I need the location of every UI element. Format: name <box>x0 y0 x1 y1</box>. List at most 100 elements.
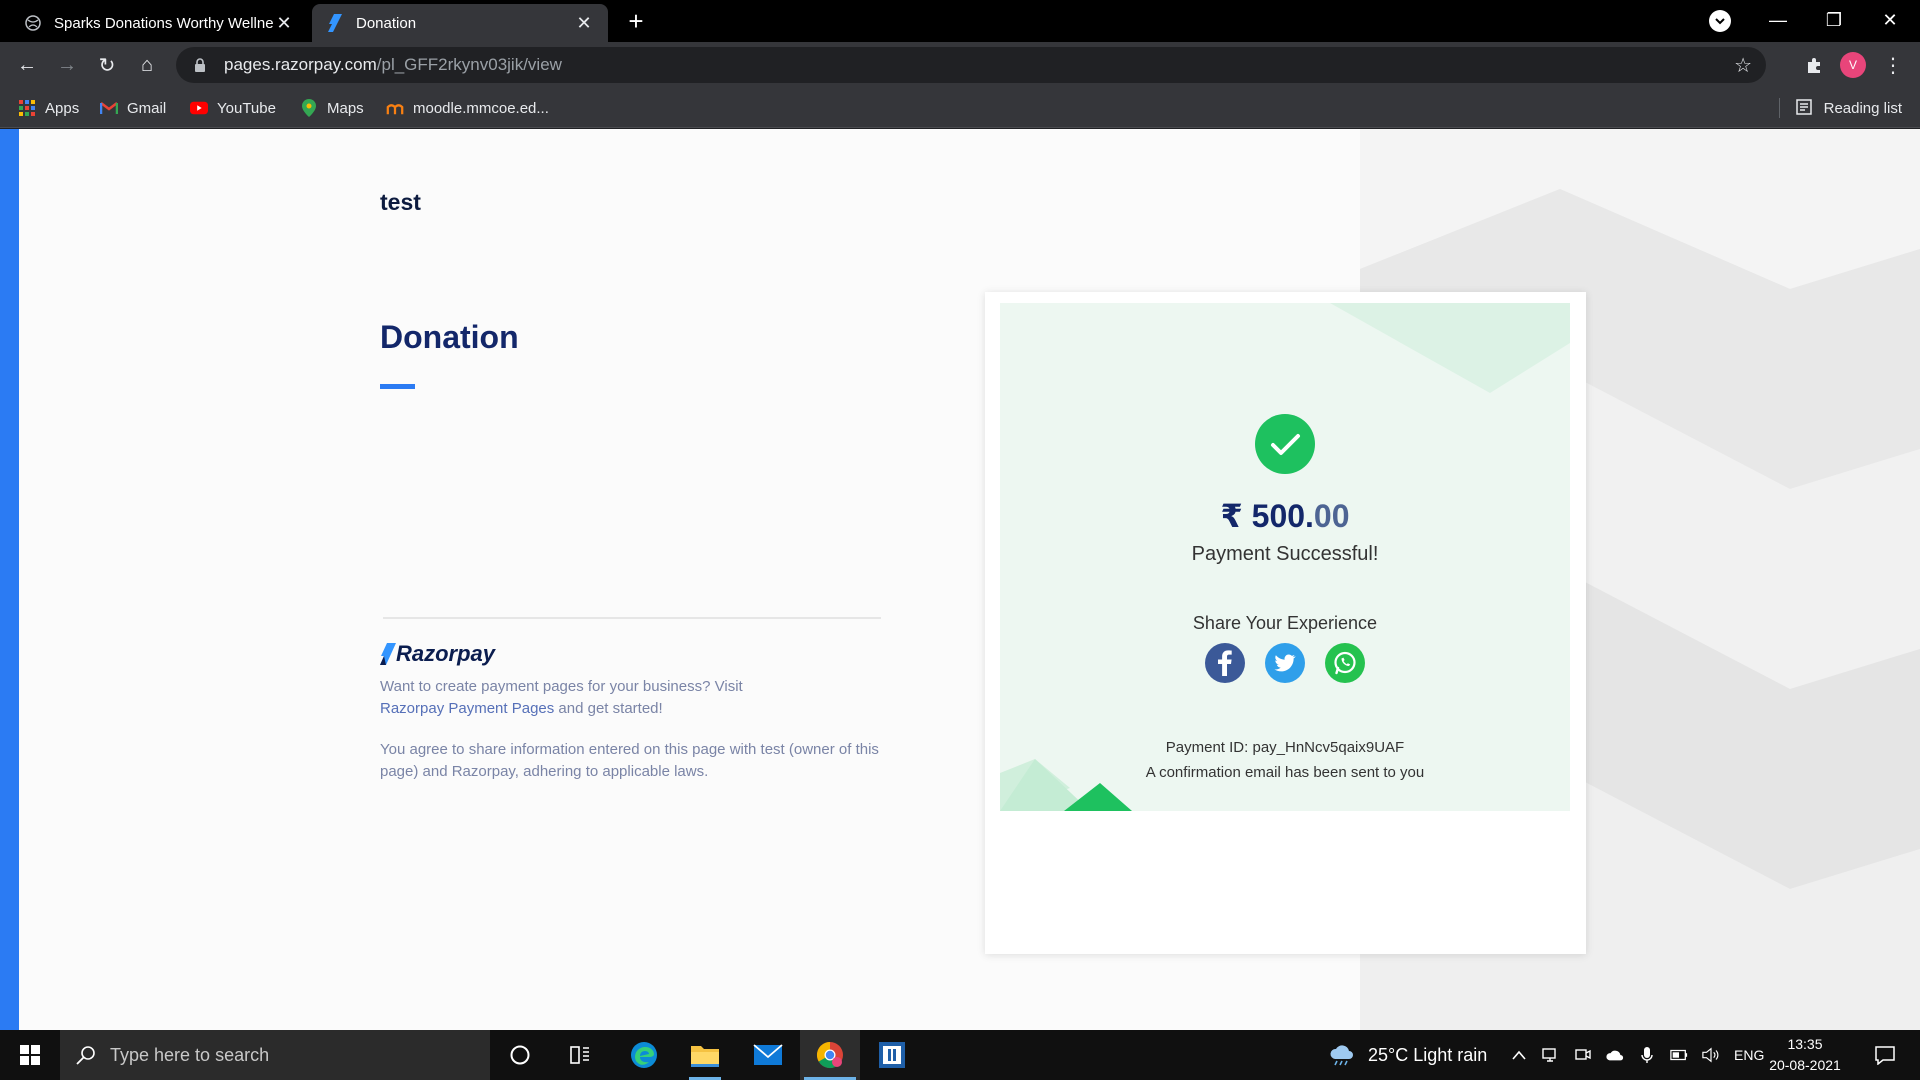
facebook-icon[interactable] <box>1205 643 1245 683</box>
bookmark-apps[interactable]: Apps <box>18 96 79 120</box>
amount-main: 500. <box>1251 498 1314 534</box>
bookmark-star-icon[interactable]: ☆ <box>1734 53 1752 78</box>
extensions-puzzle-icon[interactable] <box>1800 50 1830 80</box>
profile-avatar[interactable]: V <box>1840 52 1866 78</box>
share-buttons <box>1000 643 1570 683</box>
battery-icon[interactable] <box>1670 1046 1688 1064</box>
bookmark-youtube[interactable]: YouTube <box>190 96 276 120</box>
network-icon[interactable] <box>1542 1046 1560 1064</box>
page-title: Donation <box>380 319 519 355</box>
cortana-button[interactable] <box>490 1030 550 1080</box>
payment-page: test Donation Razorpay Want to create pa… <box>0 129 1920 1030</box>
tab-donation[interactable]: Donation ✕ <box>312 4 608 42</box>
bookmark-label: Maps <box>327 99 364 117</box>
taskbar-clock[interactable]: 13:35 20-08-2021 <box>1762 1034 1848 1076</box>
bookmark-label: YouTube <box>217 99 276 117</box>
taskbar-chrome[interactable] <box>800 1030 860 1080</box>
confirmation-message: A confirmation email has been sent to yo… <box>1145 764 1425 781</box>
success-check-icon <box>1255 414 1315 474</box>
tab-close-icon[interactable]: ✕ <box>574 13 594 33</box>
close-window-button[interactable]: ✕ <box>1862 0 1918 40</box>
home-button[interactable]: ⌂ <box>132 50 162 80</box>
gmail-icon <box>100 99 118 117</box>
browser-toolbar: ← → ↻ ⌂ pages.razorpay.com/pl_GFF2rkynv0… <box>0 42 1920 88</box>
taskbar-search[interactable]: Type here to search <box>60 1030 490 1080</box>
receipt-panel: ₹ 500.00 Payment Successful! Share Your … <box>1000 303 1570 811</box>
share-title: Share Your Experience <box>1192 613 1378 633</box>
chevron-up-icon[interactable] <box>1510 1046 1528 1064</box>
legal-text: You agree to share information entered o… <box>380 741 879 780</box>
payment-pages-link[interactable]: Razorpay Payment Pages <box>380 700 554 717</box>
meet-now-icon[interactable] <box>1574 1046 1592 1064</box>
promo-text: Want to create payment pages for your bu… <box>380 676 810 720</box>
system-tray: ENG <box>1510 1030 1764 1080</box>
more-menu-icon[interactable]: ⋮ <box>1878 50 1908 80</box>
notification-center-icon[interactable] <box>1860 1030 1910 1080</box>
start-button[interactable] <box>0 1030 60 1080</box>
bookmark-maps[interactable]: Maps <box>300 96 364 120</box>
promo-prefix: Want to create payment pages for your bu… <box>380 678 743 695</box>
moodle-icon <box>386 99 404 117</box>
clock-time: 13:35 <box>1787 1036 1823 1052</box>
search-icon <box>76 1046 95 1065</box>
clock-date: 20-08-2021 <box>1769 1057 1841 1073</box>
onedrive-icon[interactable] <box>1606 1046 1624 1064</box>
receipt-card: ₹ 500.00 Payment Successful! Share Your … <box>985 292 1586 954</box>
weather-text: 25°C Light rain <box>1368 1044 1488 1065</box>
url-host: pages.razorpay.com <box>224 55 377 74</box>
bookmark-label: moodle.mmcoe.ed... <box>413 99 549 117</box>
twitter-icon[interactable] <box>1265 643 1305 683</box>
new-tab-button[interactable]: + <box>622 8 650 36</box>
windows-taskbar: Type here to search 25°C Light rain ENG … <box>0 1030 1920 1080</box>
tab-title: Sparks Donations Worthy Wellne <box>54 14 274 32</box>
language-indicator[interactable]: ENG <box>1734 1047 1764 1063</box>
microphone-icon[interactable] <box>1638 1046 1656 1064</box>
taskbar-file-explorer[interactable] <box>675 1030 735 1080</box>
payment-amount: ₹ 500.00 <box>1000 497 1570 535</box>
lock-icon <box>194 58 206 72</box>
edge-icon <box>631 1042 657 1068</box>
folder-icon <box>691 1046 719 1067</box>
app-window-icon <box>879 1042 905 1068</box>
address-bar[interactable]: pages.razorpay.com/pl_GFF2rkynv03jik/vie… <box>176 47 1766 83</box>
tab-close-icon[interactable]: ✕ <box>274 13 294 33</box>
bookmark-gmail[interactable]: Gmail <box>100 96 166 120</box>
divider <box>383 617 881 619</box>
tab-sparks-donations[interactable]: Sparks Donations Worthy Wellne ✕ <box>10 4 308 42</box>
bookmark-label: Apps <box>45 99 80 117</box>
razorpay-logo-text: Razorpay <box>396 641 496 666</box>
whatsapp-icon[interactable] <box>1325 643 1365 683</box>
razorpay-logo[interactable]: Razorpay <box>380 639 495 669</box>
bookmark-label: Gmail <box>127 99 167 117</box>
taskbar-edge[interactable] <box>614 1030 674 1080</box>
search-placeholder: Type here to search <box>110 1044 270 1065</box>
url-path: /pl_GFF2rkynv03jik/view <box>376 55 562 74</box>
razorpay-logo-icon <box>380 643 396 665</box>
taskbar-app[interactable] <box>862 1030 922 1080</box>
task-view-button[interactable] <box>550 1030 610 1080</box>
reading-list-button[interactable]: Reading list <box>1795 96 1902 120</box>
windows-logo-icon <box>20 1045 40 1065</box>
restore-button[interactable]: ❐ <box>1806 0 1862 40</box>
tab-title: Donation <box>356 14 417 32</box>
bookmark-moodle[interactable]: moodle.mmcoe.ed... <box>386 96 549 120</box>
volume-icon[interactable] <box>1702 1046 1720 1064</box>
payment-status: Payment Successful! <box>1191 543 1379 565</box>
task-view-icon <box>570 1046 589 1064</box>
minimize-button[interactable]: — <box>1750 0 1806 40</box>
promo-suffix: and get started! <box>554 700 663 717</box>
chrome-icon <box>816 1041 843 1069</box>
tab-search-icon[interactable] <box>1709 10 1731 32</box>
youtube-icon <box>190 99 208 117</box>
taskbar-mail[interactable] <box>738 1030 798 1080</box>
payment-id: Payment ID: pay_HnNcv5qaix9UAF <box>1165 739 1405 756</box>
maps-icon <box>300 99 318 117</box>
reload-button[interactable]: ↻ <box>92 50 122 80</box>
back-button[interactable]: ← <box>12 50 42 80</box>
globe-icon <box>24 14 42 32</box>
forward-button[interactable]: → <box>52 50 82 80</box>
cloud-rain-icon <box>1330 1045 1353 1066</box>
weather-widget[interactable]: 25°C Light rain <box>1328 1030 1487 1080</box>
currency-symbol: ₹ <box>1220 498 1243 534</box>
accent-strip <box>0 129 19 1030</box>
